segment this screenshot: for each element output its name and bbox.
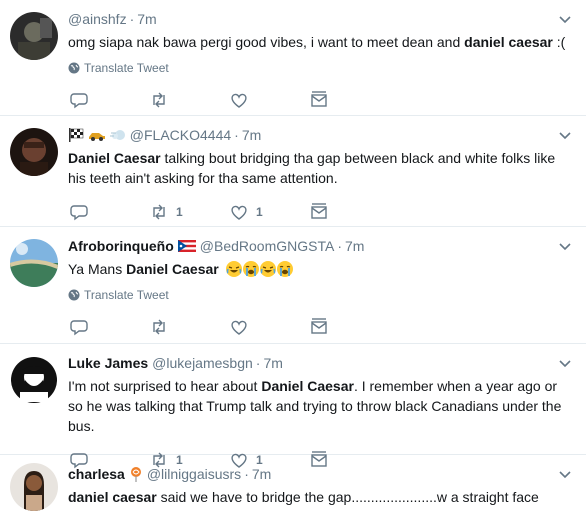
message-icon	[311, 318, 327, 334]
reply-icon	[70, 205, 88, 221]
loudly-crying-emoji-icon	[276, 261, 293, 277]
checkered-flag-icon	[69, 128, 84, 142]
tweet-text: daniel caesar said we have to bridge the…	[68, 489, 539, 505]
chevron-down-icon[interactable]	[558, 128, 572, 142]
retweet-count: 1	[176, 205, 183, 219]
tweet[interactable]: Luke James @lukejamesbgn · 7m I'm not su…	[0, 344, 586, 469]
retweet-button[interactable]: 1	[150, 203, 230, 221]
translate-tweet-link[interactable]: Translate Tweet	[68, 287, 572, 303]
display-name[interactable]: charlesa	[68, 465, 125, 483]
heart-icon	[231, 205, 247, 220]
reply-button[interactable]	[70, 318, 150, 336]
retweet-button[interactable]	[150, 91, 230, 109]
retweet-icon	[153, 319, 165, 335]
avatar[interactable]	[10, 128, 58, 176]
avatar[interactable]	[10, 356, 58, 404]
like-button[interactable]	[230, 91, 310, 109]
separator-dot: ·	[244, 466, 249, 482]
tweet[interactable]: @ainshfz · 7m omg siapa nak bawa pergi g…	[0, 0, 586, 116]
timestamp[interactable]: 7m	[345, 237, 364, 255]
user-handle[interactable]: @FLACKO4444	[130, 126, 231, 144]
direct-message-button[interactable]	[310, 203, 390, 221]
chevron-down-icon[interactable]	[558, 239, 572, 253]
timestamp[interactable]: 7m	[242, 126, 261, 144]
globe-icon	[68, 289, 80, 301]
tweet-text: Ya Mans Daniel Caesar	[68, 259, 572, 279]
user-handle[interactable]: @BedRoomGNGSTA	[200, 237, 335, 255]
reply-icon	[70, 320, 88, 336]
reply-icon	[70, 93, 88, 109]
message-icon	[311, 91, 327, 107]
direct-message-button[interactable]	[310, 318, 390, 336]
dash-icon	[109, 130, 125, 140]
user-handle[interactable]: @ainshfz	[68, 10, 127, 28]
tweet-feed: @ainshfz · 7m omg siapa nak bawa pergi g…	[0, 0, 586, 513]
tweet-text: I'm not surprised to hear about Daniel C…	[68, 378, 562, 434]
separator-dot: ·	[255, 355, 261, 371]
tweet[interactable]: charlesa @lilniggaisusrs · 7m daniel cae…	[0, 455, 586, 513]
tweet[interactable]: @FLACKO4444 · 7m Daniel Caesar talking b…	[0, 116, 586, 227]
loudly-crying-emoji-icon	[242, 261, 259, 277]
reply-button[interactable]	[70, 203, 150, 221]
retweet-icon	[153, 204, 165, 220]
puerto-rico-flag-icon	[177, 240, 196, 252]
timestamp[interactable]: 7m	[137, 10, 156, 28]
like-button[interactable]	[230, 318, 310, 336]
user-handle[interactable]: @lilniggaisusrs	[147, 465, 241, 483]
timestamp[interactable]: 7m	[252, 465, 271, 483]
separator-dot: ·	[234, 127, 239, 143]
display-name[interactable]: Afroborinqueño	[68, 237, 174, 255]
globe-icon	[68, 62, 80, 74]
retweet-icon	[153, 92, 165, 108]
tweet-text: omg siapa nak bawa pergi good vibes, i w…	[68, 34, 566, 50]
tweet[interactable]: Afroborinqueño @BedRoomGNGSTA · 7m Ya Ma…	[0, 227, 586, 344]
separator-dot: ·	[337, 238, 342, 254]
like-count: 1	[256, 205, 263, 219]
chevron-down-icon[interactable]	[558, 12, 572, 26]
chevron-down-icon[interactable]	[558, 467, 572, 481]
avatar[interactable]	[10, 12, 58, 60]
display-name[interactable]: Luke James	[68, 354, 148, 372]
lollipop-icon	[130, 467, 141, 482]
display-name[interactable]	[68, 126, 126, 144]
timestamp[interactable]: 7m	[263, 354, 282, 372]
message-icon	[311, 203, 327, 219]
crying-laughing-emoji-icon	[225, 261, 242, 277]
reply-button[interactable]	[70, 91, 150, 109]
tweet-text: Daniel Caesar talking bout bridging tha …	[68, 150, 556, 186]
heart-icon	[231, 93, 247, 108]
crying-laughing-emoji-icon	[259, 261, 276, 277]
chevron-down-icon[interactable]	[558, 356, 572, 370]
retweet-button[interactable]	[150, 318, 230, 336]
translate-tweet-link[interactable]: Translate Tweet	[68, 60, 572, 76]
like-button[interactable]: 1	[230, 203, 310, 221]
avatar[interactable]	[10, 239, 58, 287]
avatar[interactable]	[10, 463, 58, 511]
heart-icon	[231, 320, 247, 335]
race-car-icon	[88, 133, 105, 141]
user-handle[interactable]: @lukejamesbgn	[152, 354, 253, 372]
separator-dot: ·	[129, 11, 135, 27]
direct-message-button[interactable]	[310, 91, 390, 109]
